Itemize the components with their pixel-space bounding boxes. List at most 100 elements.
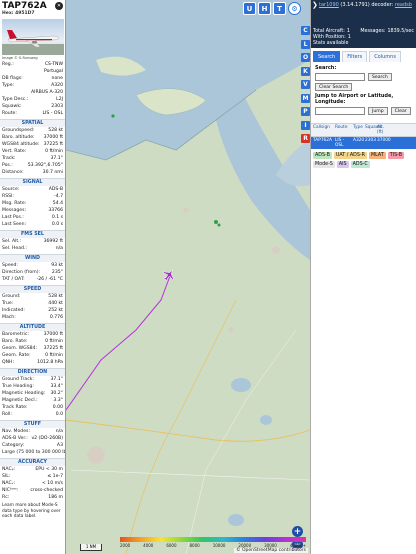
- section-title-wind[interactable]: WIND: [0, 254, 65, 262]
- detail-row: Roll: 0.0: [0, 411, 65, 418]
- detail-row: Direction (from): 235°: [0, 269, 65, 276]
- detail-row-label: Indicated:: [2, 308, 25, 313]
- colorbar-tick: 6000: [166, 543, 177, 548]
- detail-row-label: Roll:: [2, 412, 12, 417]
- clear-search-button[interactable]: Clear Search: [315, 83, 353, 91]
- section-title-fms-sel[interactable]: FMS SEL: [0, 230, 65, 238]
- zoom-in-button[interactable]: +: [292, 526, 303, 537]
- ident-row: Route: LIS - OSL: [0, 110, 65, 117]
- detail-row: Magnetic Heading: 30.2°: [0, 390, 65, 397]
- collapse-chevron-icon[interactable]: ❯: [312, 1, 318, 9]
- section-title-spatial[interactable]: SPATIAL: [0, 119, 65, 127]
- detail-row-value: 0 ft/min: [45, 353, 63, 358]
- map-button-t[interactable]: T: [273, 2, 286, 15]
- section-title-stuff[interactable]: STUFF: [0, 420, 65, 428]
- ident-row-label: Reg.:: [2, 62, 14, 67]
- tab-columns[interactable]: Columns: [369, 51, 401, 62]
- detail-row: NACᵥ: < 10 m/s: [0, 480, 65, 487]
- detail-row-value: 252 kt: [48, 308, 63, 313]
- layer-button-k[interactable]: K: [301, 66, 310, 76]
- ident-row-value: A320: [51, 83, 63, 88]
- column-header[interactable]: Alt. (ft): [377, 125, 391, 135]
- layer-button-o[interactable]: O: [301, 53, 310, 62]
- detail-row-label: Track Rate:: [2, 405, 28, 410]
- tab-search[interactable]: Search: [313, 51, 341, 62]
- detail-row: Geom. WGS84: 37225 ft: [0, 345, 65, 352]
- ident-row-value: Portugal: [43, 69, 63, 74]
- detail-row-value: 440 kt: [48, 301, 63, 306]
- ident-row-label: Route:: [2, 111, 17, 116]
- section-title-accuracy[interactable]: ACCURACY: [0, 458, 65, 466]
- tar1090-link[interactable]: tar1090: [319, 2, 339, 8]
- airplane-icon[interactable]: [162, 268, 176, 282]
- column-header[interactable]: [391, 125, 409, 135]
- source-tag: MLAT: [368, 152, 386, 159]
- table-row[interactable]: TAP762A LIS - OSL A320 2303 37000: [311, 137, 416, 149]
- layer-button-v[interactable]: V: [301, 80, 310, 89]
- column-header[interactable]: Route: [335, 125, 353, 135]
- detail-row-label: Messages:: [2, 208, 27, 213]
- detail-row-value: 0 ft/min: [45, 339, 63, 344]
- detail-row-label: Source:: [2, 187, 20, 192]
- map-view[interactable]: U H T ⚙ + − 1 NM 2000 4000 6000 8000 10000 20…: [66, 0, 310, 554]
- jump-input[interactable]: [315, 107, 365, 115]
- close-icon[interactable]: ✕: [55, 2, 63, 10]
- section-title-speed[interactable]: SPEED: [0, 285, 65, 293]
- detail-row: Track Rate: 0.00: [0, 404, 65, 411]
- detail-row-label: NACᵥ:: [2, 481, 16, 486]
- detail-row-label: NACₚ:: [2, 467, 16, 472]
- ident-row-label: Squawk:: [2, 104, 22, 109]
- detail-row-label: True:: [2, 301, 14, 306]
- detail-row: Ground: 528 kt: [0, 293, 65, 300]
- map-attribution[interactable]: © OpenStreetMap contributors: [234, 548, 308, 553]
- tab-filters[interactable]: Filters: [342, 51, 368, 62]
- table-cell: [391, 138, 409, 148]
- aircraft-list-panel: ❯ tar1090 (3.14.1791) decoder: readsb To…: [310, 0, 416, 554]
- colorbar-tick: 10000: [212, 543, 226, 548]
- detail-row-value: 0.0: [55, 412, 63, 417]
- section-title-signal[interactable]: SIGNAL: [0, 178, 65, 186]
- decoder-link[interactable]: readsb: [395, 2, 412, 8]
- detail-row-value: 0.1 s: [51, 215, 63, 220]
- jump-button[interactable]: Jump: [368, 107, 388, 115]
- aircraft-photo[interactable]: [2, 19, 64, 55]
- layer-button-i[interactable]: I: [301, 120, 310, 130]
- settings-gear-icon[interactable]: ⚙: [288, 2, 301, 15]
- detail-row: Geom. Rate: 0 ft/min: [0, 352, 65, 359]
- detail-row-label: Ground:: [2, 294, 21, 299]
- layer-button-p[interactable]: P: [301, 107, 310, 116]
- map-button-u[interactable]: U: [243, 2, 256, 15]
- column-header[interactable]: Squawk: [365, 125, 382, 135]
- section-title-direction[interactable]: DIRECTION: [0, 368, 65, 376]
- map-canvas: [66, 0, 310, 554]
- detail-row-label: Baro. Rate:: [2, 339, 28, 344]
- search-button[interactable]: Search: [368, 73, 392, 81]
- detail-row-label: Rᴄ:: [2, 495, 10, 500]
- detail-row: Nav. Modes: n/a: [0, 428, 65, 435]
- detail-row-label: Vert. Rate:: [2, 149, 27, 154]
- layer-button-c[interactable]: C: [301, 26, 310, 35]
- detail-row-label: NICᵇᵃʳᵒ:: [2, 488, 19, 493]
- map-button-h[interactable]: H: [258, 2, 271, 15]
- source-tag: AIS: [336, 161, 349, 168]
- detail-row: Magnetic Decl.: 3.3°: [0, 397, 65, 404]
- column-header[interactable]: Type: [353, 125, 365, 135]
- clear-button[interactable]: Clear: [390, 107, 411, 115]
- detail-row: SIL: ≤ 1e-7: [0, 473, 65, 480]
- stat-value: 1: [346, 29, 350, 34]
- hex-value[interactable]: 4951D7: [15, 11, 34, 16]
- map-scale: 1 NM: [80, 544, 102, 551]
- detail-row-label: Msg. Rate:: [2, 201, 27, 206]
- table-cell: A320: [353, 138, 365, 143]
- detail-row-value: 1012.8 hPa: [37, 360, 63, 365]
- column-header[interactable]: Callsign: [313, 125, 335, 135]
- detail-row-value: 37225 ft: [43, 346, 63, 351]
- search-input[interactable]: [315, 73, 365, 81]
- section-title-altitude[interactable]: ALTITUDE: [0, 323, 65, 331]
- detail-row-label: Nav. Modes:: [2, 429, 30, 434]
- layer-button-l[interactable]: L: [301, 39, 310, 49]
- layer-button-m[interactable]: M: [301, 93, 310, 103]
- layer-button-r[interactable]: R: [301, 134, 310, 143]
- colorbar-tick: 8000: [189, 543, 200, 548]
- detail-row-value: cross-checked: [30, 488, 63, 493]
